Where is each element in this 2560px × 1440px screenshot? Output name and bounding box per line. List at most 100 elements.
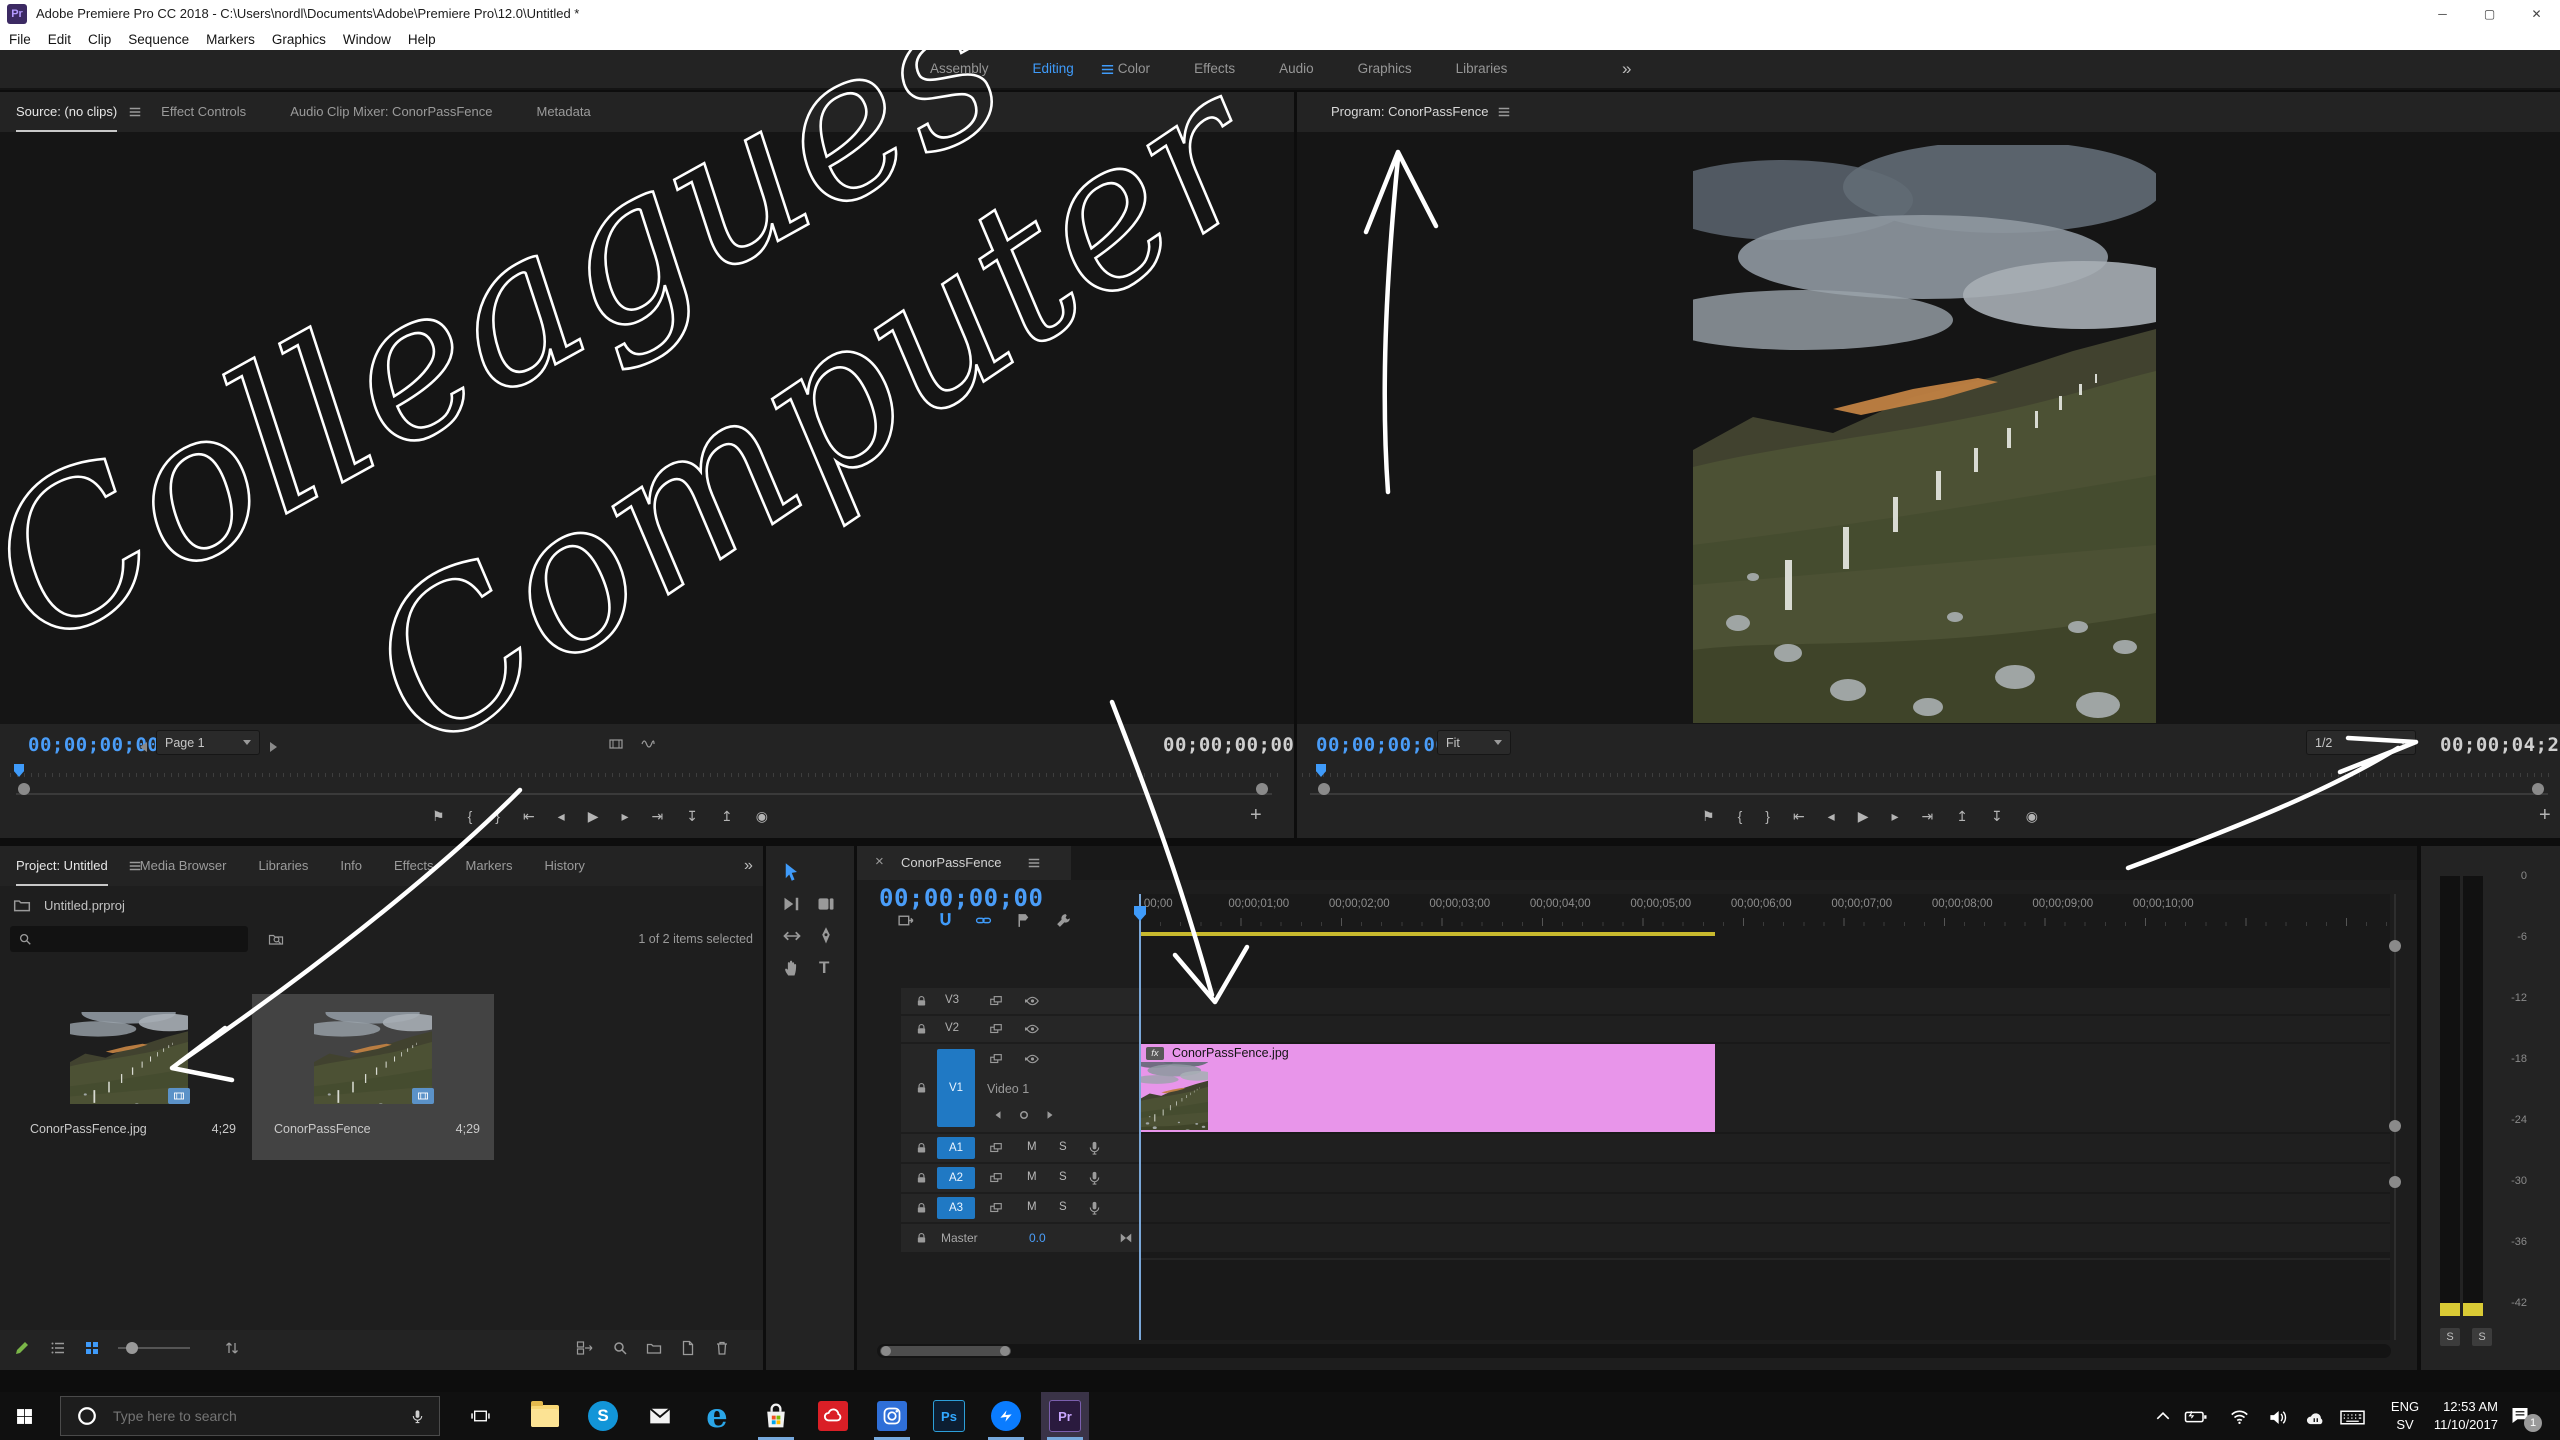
- track-target-v2[interactable]: V2: [945, 1022, 959, 1034]
- workspace-tab[interactable]: Editing: [1033, 50, 1074, 88]
- menu-item[interactable]: Markers: [206, 32, 255, 47]
- project-item-name[interactable]: ConorPassFence: [274, 1122, 371, 1136]
- lock-icon[interactable]: [915, 1022, 928, 1036]
- task-view-button[interactable]: [456, 1392, 504, 1440]
- zoom-handle-right[interactable]: [2532, 783, 2544, 795]
- project-item-name[interactable]: ConorPassFence.jpg: [30, 1122, 147, 1136]
- new-bin-button[interactable]: [646, 1340, 662, 1356]
- sort-icons-button[interactable]: [224, 1340, 240, 1356]
- menu-item[interactable]: Graphics: [272, 32, 326, 47]
- eye-icon[interactable]: [1025, 1022, 1040, 1036]
- voiceover-record-icon[interactable]: [1087, 1140, 1102, 1156]
- track-header-audio[interactable]: A1 M S: [901, 1134, 1140, 1162]
- nest-toggle-button[interactable]: [897, 912, 914, 929]
- instagram-button[interactable]: [868, 1392, 916, 1440]
- page-prev-button[interactable]: [140, 742, 147, 752]
- icon-view-button[interactable]: [84, 1340, 100, 1356]
- source-zoom-bar[interactable]: [16, 788, 1272, 800]
- extract-button[interactable]: ↧: [1991, 801, 2003, 831]
- project-file-name[interactable]: Untitled.prproj: [44, 898, 125, 913]
- sync-lock-icon[interactable]: [989, 1022, 1003, 1036]
- vscroll-handle[interactable]: [2389, 940, 2401, 952]
- source-panel-tab[interactable]: Metadata: [537, 92, 591, 132]
- lock-icon[interactable]: [915, 1171, 928, 1185]
- mute-button[interactable]: M: [1027, 1171, 1037, 1183]
- track-header-audio[interactable]: A3 M S: [901, 1194, 1140, 1222]
- project-home-icon[interactable]: [12, 896, 32, 914]
- menu-item[interactable]: Help: [408, 32, 436, 47]
- eye-icon[interactable]: [1025, 994, 1040, 1008]
- zoom-handle-left[interactable]: [18, 783, 30, 795]
- sequence-tab[interactable]: ConorPassFence: [901, 855, 1001, 870]
- tray-expand-icon[interactable]: [2156, 1412, 2170, 1420]
- project-item[interactable]: ConorPassFence.jpg 4;29: [8, 994, 250, 1160]
- source-scrubber[interactable]: [10, 764, 1284, 778]
- onedrive-icon[interactable]: [2304, 1411, 2327, 1426]
- menu-item[interactable]: Window: [343, 32, 391, 47]
- track-header-v3[interactable]: V3: [901, 988, 1140, 1014]
- panel-menu-icon[interactable]: [128, 859, 142, 873]
- clear-button[interactable]: [714, 1340, 730, 1356]
- button-editor-button[interactable]: +: [1250, 800, 1262, 830]
- track-lane-v2[interactable]: [1140, 1016, 2390, 1042]
- workspace-menu-icon[interactable]: [1100, 62, 1115, 77]
- lock-icon[interactable]: [915, 1231, 928, 1245]
- timeline-playhead[interactable]: [1139, 894, 1141, 1340]
- messenger-button[interactable]: [982, 1392, 1030, 1440]
- project-search-box[interactable]: [10, 926, 248, 952]
- fx-badge[interactable]: fx: [1146, 1047, 1164, 1060]
- project-panel-tab[interactable]: Media Browser: [140, 846, 227, 886]
- step-back-button[interactable]: ◂: [1828, 801, 1835, 831]
- touch-keyboard-icon[interactable]: [2340, 1410, 2365, 1425]
- project-panel-tab[interactable]: Markers: [466, 846, 513, 886]
- track-lane-a2[interactable]: [1140, 1164, 2390, 1192]
- track-header-v2[interactable]: V2: [901, 1016, 1140, 1042]
- track-lane-a3[interactable]: [1140, 1194, 2390, 1222]
- lift-button[interactable]: ↥: [1956, 801, 1968, 831]
- microphone-icon[interactable]: [410, 1408, 425, 1425]
- go-to-out-button[interactable]: ⇥: [1922, 801, 1934, 831]
- taskbar-search-input[interactable]: [111, 1407, 410, 1425]
- lock-icon[interactable]: [915, 1081, 928, 1095]
- zoom-handle-left[interactable]: [1318, 783, 1330, 795]
- panel-menu-icon[interactable]: [1027, 856, 1041, 870]
- add-marker-button[interactable]: ⚑: [432, 801, 445, 831]
- meter-solo-button[interactable]: S: [2472, 1328, 2492, 1346]
- project-writable-icon[interactable]: [14, 1340, 30, 1356]
- export-frame-button[interactable]: ◉: [756, 801, 768, 831]
- start-button[interactable]: [0, 1392, 48, 1440]
- zoom-handle-right[interactable]: [1256, 783, 1268, 795]
- step-back-button[interactable]: ◂: [558, 801, 565, 831]
- solo-button[interactable]: S: [1059, 1171, 1067, 1183]
- photoshop-button[interactable]: Ps: [925, 1392, 973, 1440]
- selection-tool[interactable]: [782, 862, 802, 882]
- track-target-v1[interactable]: V1: [937, 1049, 975, 1127]
- track-lane-a1[interactable]: [1140, 1134, 2390, 1162]
- workspace-tab[interactable]: Effects: [1194, 50, 1235, 88]
- vscroll-handle[interactable]: [2389, 1120, 2401, 1132]
- menu-item[interactable]: Sequence: [128, 32, 189, 47]
- mark-in-button[interactable]: {: [1738, 801, 1743, 831]
- mute-button[interactable]: M: [1027, 1201, 1037, 1213]
- panel-menu-icon[interactable]: [1497, 105, 1511, 119]
- eye-icon[interactable]: [1025, 1052, 1040, 1066]
- menu-item[interactable]: File: [9, 32, 31, 47]
- vscroll-handle[interactable]: [2389, 1176, 2401, 1188]
- go-to-out-button[interactable]: ⇥: [652, 801, 664, 831]
- workspace-overflow-button[interactable]: »: [1622, 50, 1631, 88]
- close-tab-button[interactable]: ×: [875, 853, 884, 870]
- mark-out-button[interactable]: }: [495, 801, 500, 831]
- sync-lock-icon[interactable]: [989, 1201, 1003, 1215]
- zoom-level-select[interactable]: Fit: [1437, 730, 1511, 755]
- media-type-badge[interactable]: [168, 1088, 190, 1104]
- media-type-badge[interactable]: [412, 1088, 434, 1104]
- master-level-value[interactable]: 0.0: [1029, 1231, 1046, 1245]
- timeline-timecode[interactable]: 00;00;00;00: [879, 884, 1043, 912]
- track-target-audio[interactable]: A1: [937, 1137, 975, 1159]
- next-keyframe-button[interactable]: [1045, 1110, 1055, 1120]
- meter-solo-button[interactable]: S: [2440, 1328, 2460, 1346]
- play-button[interactable]: ▶: [1858, 801, 1869, 831]
- project-panel-tab[interactable]: History: [544, 846, 584, 886]
- export-frame-button[interactable]: ◉: [2026, 801, 2038, 831]
- source-panel-tab[interactable]: Effect Controls: [161, 92, 246, 132]
